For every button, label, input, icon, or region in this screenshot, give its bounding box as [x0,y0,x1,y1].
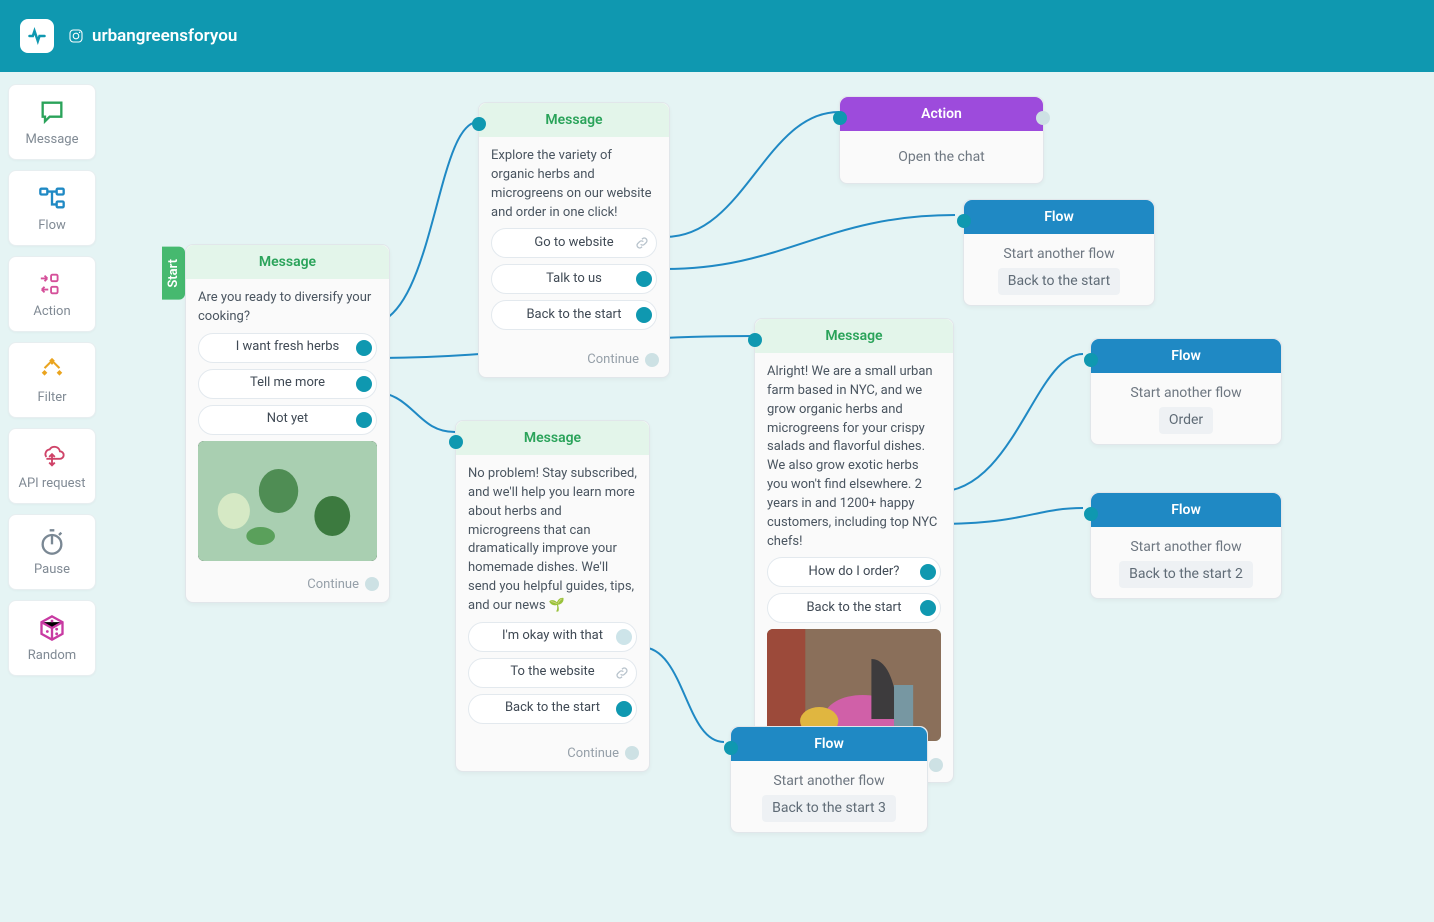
node-header: Flow [964,200,1154,234]
option-not-yet[interactable]: Not yet [198,405,377,435]
continue-port-icon[interactable] [929,758,943,772]
flow-icon [38,184,66,212]
flow-canvas[interactable]: Start Message Are you ready to diversify… [105,72,1434,922]
filter-icon [38,356,66,384]
node-text: Alright! We are a small urban farm based… [767,363,941,551]
continue-port-icon[interactable] [365,577,379,591]
node-body: Start another flow Order [1091,373,1281,444]
in-port-icon[interactable] [1084,353,1098,367]
node-header: Flow [1091,339,1281,373]
flow-chip[interactable]: Back to the start 2 [1119,561,1253,587]
cloud-icon [38,442,66,470]
app-logo [20,19,54,53]
node-header: Flow [1091,493,1281,527]
node-flow-order[interactable]: Flow Start another flow Order [1090,338,1282,445]
in-port-icon[interactable] [833,111,847,125]
node-body: Alright! We are a small urban farm based… [755,353,953,751]
node-text: Open the chat [840,131,1043,183]
link-icon [634,235,650,251]
action-icon [38,270,66,298]
in-port-icon[interactable] [748,333,762,347]
in-port-icon[interactable] [449,435,463,449]
in-port-icon[interactable] [472,117,486,131]
palette-random[interactable]: Random [8,600,96,676]
out-port-icon[interactable] [616,701,632,717]
node-body: Explore the variety of organic herbs and… [479,137,669,346]
node-body: Start another flow Back to the start 2 [1091,527,1281,598]
option-to-website[interactable]: To the website [468,658,637,688]
out-port-icon[interactable] [920,564,936,580]
node-about-message[interactable]: Message Alright! We are a small urban fa… [754,318,954,783]
message-icon [38,98,66,126]
image-placeholder [198,441,377,561]
continue-row: Continue [186,571,389,602]
option-back-start[interactable]: Back to the start [767,593,941,623]
node-header: Message [755,319,953,353]
node-text: Explore the variety of organic herbs and… [491,147,657,222]
option-tell-more[interactable]: Tell me more [198,369,377,399]
node-flow-back3[interactable]: Flow Start another flow Back to the star… [730,726,928,833]
continue-row: Continue [479,346,669,377]
dice-icon [38,614,66,642]
palette-api[interactable]: API request [8,428,96,504]
palette-flow[interactable]: Flow [8,170,96,246]
node-flow-back1[interactable]: Flow Start another flow Back to the star… [963,199,1155,306]
node-start-message[interactable]: Message Are you ready to diversify your … [185,244,390,603]
flow-chip[interactable]: Back to the start [998,268,1120,294]
option-talk-to-us[interactable]: Talk to us [491,264,657,294]
node-header: Action [840,97,1043,131]
in-port-icon[interactable] [724,741,738,755]
palette-action[interactable]: Action [8,256,96,332]
out-port-icon[interactable] [920,600,936,616]
flow-chip[interactable]: Order [1159,407,1213,433]
node-text: No problem! Stay subscribed, and we'll h… [468,465,637,616]
palette-sidebar: Message Flow Action Filter API request P [8,84,96,676]
workspace: Message Flow Action Filter API request P [0,72,1434,922]
out-port-icon[interactable] [356,376,372,392]
stopwatch-icon [38,528,66,556]
out-port-icon[interactable] [616,629,632,645]
continue-port-icon[interactable] [645,353,659,367]
node-text: Are you ready to diversify your cooking? [198,289,377,327]
image-placeholder [767,629,941,741]
out-port-icon[interactable] [636,307,652,323]
node-body: Start another flow Back to the start [964,234,1154,305]
flow-chip[interactable]: Back to the start 3 [762,795,896,821]
handle-text: urbangreensforyou [92,26,237,46]
instagram-icon [68,28,84,44]
in-port-icon[interactable] [1084,507,1098,521]
node-header: Message [479,103,669,137]
page-handle: urbangreensforyou [68,26,237,46]
node-header: Flow [731,727,927,761]
node-flow-back2[interactable]: Flow Start another flow Back to the star… [1090,492,1282,599]
node-explore-message[interactable]: Message Explore the variety of organic h… [478,102,670,378]
node-header: Message [186,245,389,279]
option-go-website[interactable]: Go to website [491,228,657,258]
out-port-icon[interactable] [356,412,372,428]
palette-filter[interactable]: Filter [8,342,96,418]
palette-pause[interactable]: Pause [8,514,96,590]
palette-message[interactable]: Message [8,84,96,160]
start-tag: Start [162,247,185,300]
option-okay[interactable]: I'm okay with that [468,622,637,652]
out-port-icon[interactable] [636,271,652,287]
option-fresh-herbs[interactable]: I want fresh herbs [198,333,377,363]
node-body: No problem! Stay subscribed, and we'll h… [456,455,649,740]
out-port-icon[interactable] [1036,111,1050,125]
node-noprob-message[interactable]: Message No problem! Stay subscribed, and… [455,420,650,772]
link-icon [614,665,630,681]
node-body: Start another flow Back to the start 3 [731,761,927,832]
option-back-start[interactable]: Back to the start [468,694,637,724]
node-header: Message [456,421,649,455]
option-back-start[interactable]: Back to the start [491,300,657,330]
pulse-icon [27,26,47,46]
continue-row: Continue [456,740,649,771]
topbar: urbangreensforyou [0,0,1434,72]
in-port-icon[interactable] [957,214,971,228]
out-port-icon[interactable] [356,340,372,356]
option-how-order[interactable]: How do I order? [767,557,941,587]
continue-port-icon[interactable] [625,746,639,760]
node-action[interactable]: Action Open the chat [839,96,1044,184]
node-body: Are you ready to diversify your cooking?… [186,279,389,571]
